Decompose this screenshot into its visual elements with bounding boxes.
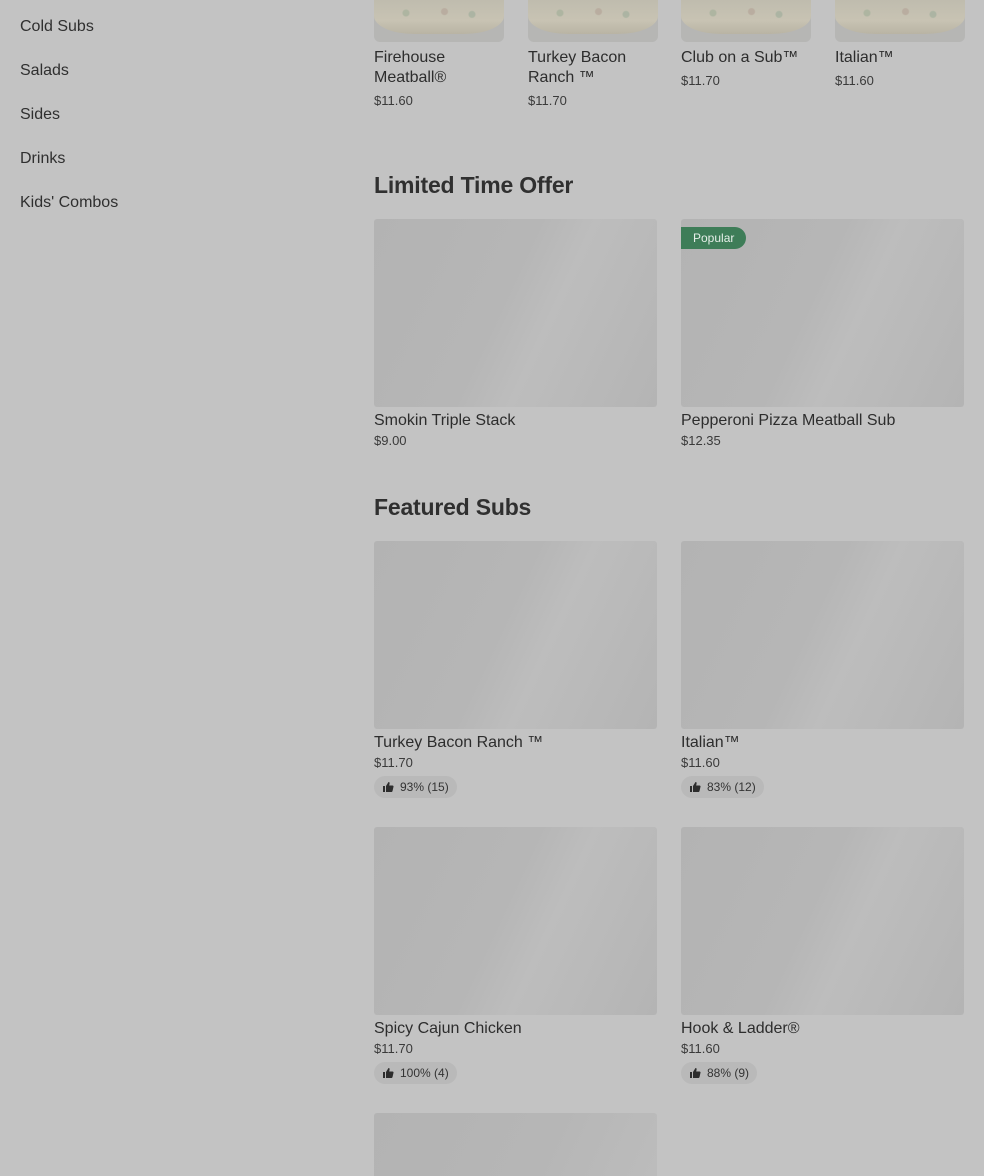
item-name: Hook & Ladder® (681, 1020, 800, 1037)
menu-card-italian[interactable]: Italian™ $11.60 (835, 0, 965, 88)
item-price: $11.60 (835, 73, 874, 88)
thumbs-up-icon (690, 782, 701, 792)
sidebar-item-cold-subs[interactable]: Cold Subs (20, 18, 94, 36)
menu-card-turkey-bacon-ranch-featured[interactable]: Turkey Bacon Ranch ™ $11.70 93% (15) (374, 541, 657, 798)
item-price: $11.70 (681, 73, 720, 88)
item-image (374, 827, 657, 1015)
item-name: Italian™ (681, 734, 740, 751)
rating-text: 88% (9) (707, 1066, 750, 1080)
item-image (374, 0, 504, 42)
item-name: Turkey Bacon Ranch ™ (528, 49, 627, 86)
item-price: $11.60 (374, 93, 413, 108)
menu-card-pepperoni-pizza-meatball-sub[interactable]: Popular Pepperoni Pizza Meatball Sub $12… (681, 219, 964, 448)
item-name: Italian™ (835, 49, 894, 66)
menu-card-smokin-triple-stack[interactable]: Smokin Triple Stack $9.00 (374, 219, 657, 448)
item-price: $11.70 (374, 1041, 413, 1056)
menu-card-spicy-cajun-chicken[interactable]: Spicy Cajun Chicken $11.70 100% (4) (374, 827, 657, 1084)
item-image (374, 541, 657, 729)
item-name: Smokin Triple Stack (374, 412, 516, 429)
item-name: Club on a Sub™ (681, 49, 799, 66)
popular-badge: Popular (681, 227, 747, 249)
item-name: Spicy Cajun Chicken (374, 1020, 522, 1037)
item-price: $9.00 (374, 433, 407, 448)
rating-badge: 83% (12) (681, 776, 764, 798)
item-image (681, 0, 811, 42)
sidebar-item-kids-combos[interactable]: Kids' Combos (20, 194, 118, 212)
rating-text: 100% (4) (400, 1066, 449, 1080)
item-name: Firehouse Meatball® (374, 49, 447, 86)
item-price: $11.60 (681, 755, 720, 770)
section-title-limited-time-offer: Limited Time Offer (374, 172, 574, 198)
menu-card-partial[interactable] (374, 1113, 657, 1176)
sidebar-item-sides[interactable]: Sides (20, 106, 60, 124)
item-price: $11.70 (374, 755, 413, 770)
rating-text: 93% (15) (400, 780, 449, 794)
menu-card-firehouse-meatball[interactable]: Firehouse Meatball® $11.60 (374, 0, 504, 108)
menu-card-hook-and-ladder[interactable]: Hook & Ladder® $11.60 88% (9) (681, 827, 964, 1084)
item-price: $11.70 (528, 93, 567, 108)
rating-badge: 93% (15) (374, 776, 457, 798)
menu-card-club-on-a-sub[interactable]: Club on a Sub™ $11.70 (681, 0, 811, 88)
rating-badge: 88% (9) (681, 1062, 758, 1084)
item-image (374, 219, 657, 407)
section-title-featured-subs: Featured Subs (374, 494, 532, 520)
item-image (681, 827, 964, 1015)
thumbs-up-icon (383, 782, 394, 792)
sidebar-item-salads[interactable]: Salads (20, 62, 69, 80)
item-image (681, 541, 964, 729)
item-name: Turkey Bacon Ranch ™ (374, 734, 544, 751)
menu-card-turkey-bacon-ranch[interactable]: Turkey Bacon Ranch ™ $11.70 (528, 0, 658, 108)
item-price: $12.35 (681, 433, 721, 448)
item-price: $11.60 (681, 1041, 720, 1056)
menu-card-italian-featured[interactable]: Italian™ $11.60 83% (12) (681, 541, 964, 798)
item-image (528, 0, 658, 42)
sidebar-item-drinks[interactable]: Drinks (20, 150, 65, 168)
item-name: Pepperoni Pizza Meatball Sub (681, 412, 896, 429)
rating-badge: 100% (4) (374, 1062, 457, 1084)
item-image: Popular (681, 219, 964, 407)
thumbs-up-icon (690, 1068, 701, 1078)
item-image (835, 0, 965, 42)
thumbs-up-icon (383, 1068, 394, 1078)
rating-text: 83% (12) (707, 780, 756, 794)
